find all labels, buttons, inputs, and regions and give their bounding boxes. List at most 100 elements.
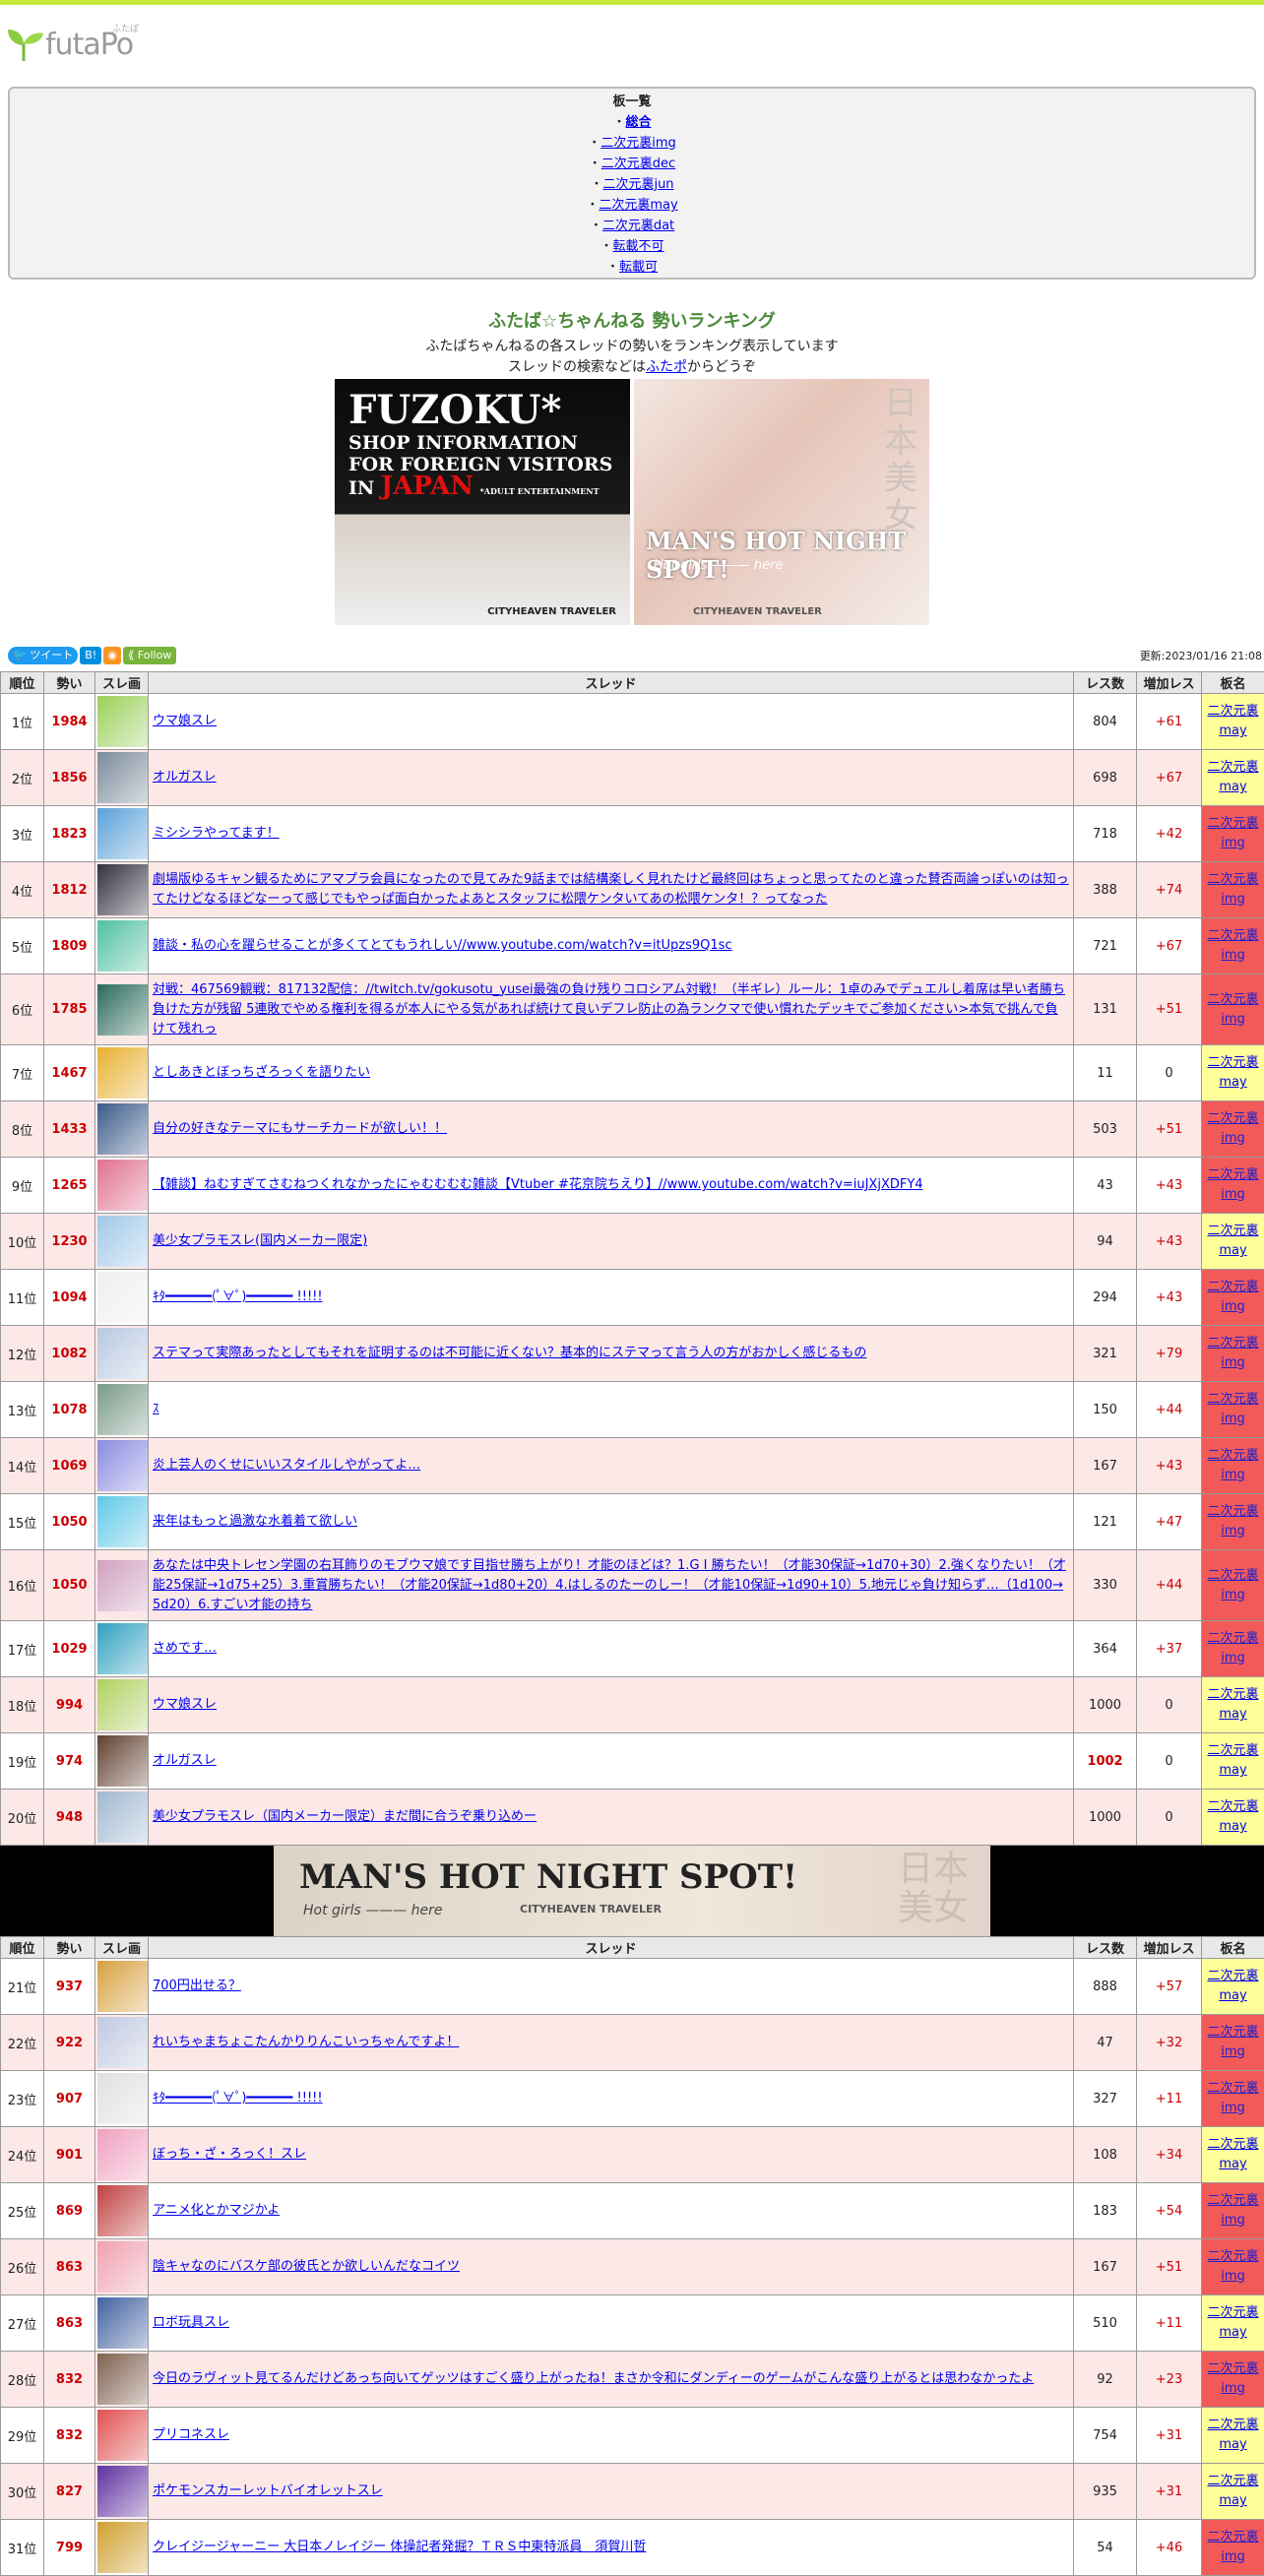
board-type-link[interactable]: img [1221, 1355, 1245, 1370]
thread-thumbnail[interactable] [97, 1791, 149, 1843]
thread-link[interactable]: 700円出せる？ [153, 1979, 241, 1993]
thumbnail-cell[interactable] [95, 1045, 149, 1101]
board-link[interactable]: 転載不可 [613, 239, 664, 254]
thumbnail-cell[interactable] [95, 1550, 149, 1621]
thread-thumbnail[interactable] [97, 2129, 149, 2180]
board-name-link[interactable]: 二次元裏 [1207, 1167, 1258, 1182]
board-type-link[interactable]: img [1221, 1468, 1245, 1482]
board-name-link[interactable]: 二次元裏 [1207, 1111, 1258, 1126]
thumbnail-cell[interactable] [95, 1326, 149, 1382]
board-type-link[interactable]: img [1221, 2381, 1245, 2396]
thread-thumbnail[interactable] [97, 864, 149, 915]
board-name-link[interactable]: 二次元裏 [1207, 2249, 1258, 2264]
thread-link[interactable]: 劇場版ゆるキャン観るためにアマプラ会員になったので見てみた9話までは結構楽しく見… [153, 872, 1069, 907]
thread-thumbnail[interactable] [97, 984, 149, 1036]
thumbnail-cell[interactable] [95, 2520, 149, 2576]
thread-link[interactable]: ｷﾀ━━━━━━(ﾟ∀ﾟ)━━━━━━ !!!!! [153, 1289, 323, 1304]
thumbnail-cell[interactable] [95, 1494, 149, 1550]
ad-banner-night-spot[interactable]: 日本美女 MAN'S HOT NIGHT SPOT! Hot girls ———… [634, 379, 929, 625]
mid-ad-night-spot[interactable]: MAN'S HOT NIGHT SPOT! Hot girls ——— here… [274, 1846, 990, 1936]
board-name-link[interactable]: 二次元裏 [1207, 928, 1258, 943]
thread-link[interactable]: さめです… [153, 1641, 217, 1656]
thumbnail-cell[interactable] [95, 1790, 149, 1846]
board-type-link[interactable]: img [1221, 2044, 1245, 2059]
board-link[interactable]: 二次元裏jun [602, 177, 673, 192]
board-type-link[interactable]: img [1221, 2101, 1245, 2115]
thread-thumbnail[interactable] [97, 2522, 149, 2573]
board-name-link[interactable]: 二次元裏 [1207, 872, 1258, 887]
board-type-link[interactable]: may [1219, 1763, 1246, 1778]
thread-link[interactable]: ミシシラやってます！ [153, 826, 280, 841]
tweet-button[interactable]: 🐦 ツイート [8, 647, 78, 664]
feedly-follow-button[interactable]: ⟪ Follow [123, 647, 176, 664]
thread-link[interactable]: 自分の好きなテーマにもサーチカードが欲しい！！ [153, 1121, 447, 1136]
thumbnail-cell[interactable] [95, 862, 149, 918]
board-name-link[interactable]: 二次元裏 [1207, 1969, 1258, 1983]
board-name-link[interactable]: 二次元裏 [1207, 2193, 1258, 2208]
board-type-link[interactable]: may [1219, 2437, 1246, 2452]
board-name-link[interactable]: 二次元裏 [1207, 2081, 1258, 2096]
thumbnail-cell[interactable] [95, 1438, 149, 1494]
thumbnail-cell[interactable] [95, 1158, 149, 1214]
thumbnail-cell[interactable] [95, 1382, 149, 1438]
thumbnail-cell[interactable] [95, 1677, 149, 1733]
board-link[interactable]: 二次元裏dat [602, 219, 674, 233]
thumbnail-cell[interactable] [95, 2352, 149, 2408]
board-type-link[interactable]: may [1219, 780, 1246, 794]
futapo-link[interactable]: ふたポ [646, 359, 687, 375]
board-type-link[interactable]: img [1221, 2549, 1245, 2564]
thread-thumbnail[interactable] [97, 1735, 149, 1787]
board-name-link[interactable]: 二次元裏 [1207, 1687, 1258, 1702]
thread-thumbnail[interactable] [97, 2297, 149, 2349]
board-type-link[interactable]: img [1221, 1187, 1245, 1202]
board-type-link[interactable]: img [1221, 948, 1245, 963]
board-type-link[interactable]: may [1219, 2493, 1246, 2508]
board-type-link[interactable]: img [1221, 892, 1245, 907]
thread-link[interactable]: としあきとぼっちざろっくを語りたい [153, 1065, 370, 1080]
site-logo[interactable]: futaPo ふたぽ [6, 18, 154, 67]
thread-thumbnail[interactable] [97, 1679, 149, 1730]
board-type-link[interactable]: img [1221, 1131, 1245, 1146]
thumbnail-cell[interactable] [95, 1959, 149, 2015]
thumbnail-cell[interactable] [95, 2239, 149, 2295]
thread-link[interactable]: オルガスレ [153, 1753, 217, 1768]
board-name-link[interactable]: 二次元裏 [1207, 1392, 1258, 1407]
board-name-link[interactable]: 二次元裏 [1207, 760, 1258, 775]
board-type-link[interactable]: may [1219, 1243, 1246, 1258]
board-name-link[interactable]: 二次元裏 [1207, 816, 1258, 831]
thumbnail-cell[interactable] [95, 974, 149, 1045]
board-name-link[interactable]: 二次元裏 [1207, 2137, 1258, 2152]
thread-link[interactable]: 【雑談】ねむすぎてさむねつくれなかったにゃむむむむ雑談【Vtuber #花京院ち… [153, 1177, 923, 1192]
thread-link[interactable]: クレイジージャーニー 大日本ノレイジー 体操記者発掘？ＴＲＳ中東特派員 須賀川哲 [153, 2540, 646, 2554]
board-link[interactable]: 二次元裏may [599, 198, 677, 213]
thumbnail-cell[interactable] [95, 694, 149, 750]
board-type-link[interactable]: may [1219, 723, 1246, 738]
thumbnail-cell[interactable] [95, 1733, 149, 1790]
board-type-link[interactable]: img [1221, 1012, 1245, 1027]
thread-thumbnail[interactable] [97, 1560, 149, 1611]
thumbnail-cell[interactable] [95, 750, 149, 806]
thumbnail-cell[interactable] [95, 2127, 149, 2183]
board-name-link[interactable]: 二次元裏 [1207, 1743, 1258, 1758]
board-name-link[interactable]: 二次元裏 [1207, 1280, 1258, 1294]
board-name-link[interactable]: 二次元裏 [1207, 2025, 1258, 2040]
thread-link[interactable]: れいちゃまちょこたんかりりんこいっちゃんですよ！ [153, 2035, 459, 2049]
board-type-link[interactable]: img [1221, 836, 1245, 850]
thread-thumbnail[interactable] [97, 1440, 149, 1491]
thread-thumbnail[interactable] [97, 1047, 149, 1099]
rss-icon[interactable]: ◉ [103, 647, 121, 664]
board-name-link[interactable]: 二次元裏 [1207, 1568, 1258, 1583]
board-type-link[interactable]: img [1221, 1588, 1245, 1602]
board-type-link[interactable]: img [1221, 2269, 1245, 2284]
board-link[interactable]: 二次元裏dec [601, 157, 675, 171]
board-type-link[interactable]: may [1219, 2157, 1246, 2171]
thumbnail-cell[interactable] [95, 2295, 149, 2352]
board-name-link[interactable]: 二次元裏 [1207, 1448, 1258, 1463]
thumbnail-cell[interactable] [95, 2015, 149, 2071]
thread-link[interactable]: オルガスレ [153, 770, 217, 785]
thumbnail-cell[interactable] [95, 1270, 149, 1326]
board-link[interactable]: 転載可 [619, 260, 658, 275]
thread-link[interactable]: ポケモンスカーレットバイオレットスレ [153, 2483, 383, 2498]
thread-thumbnail[interactable] [97, 2466, 149, 2517]
thread-thumbnail[interactable] [97, 1272, 149, 1323]
